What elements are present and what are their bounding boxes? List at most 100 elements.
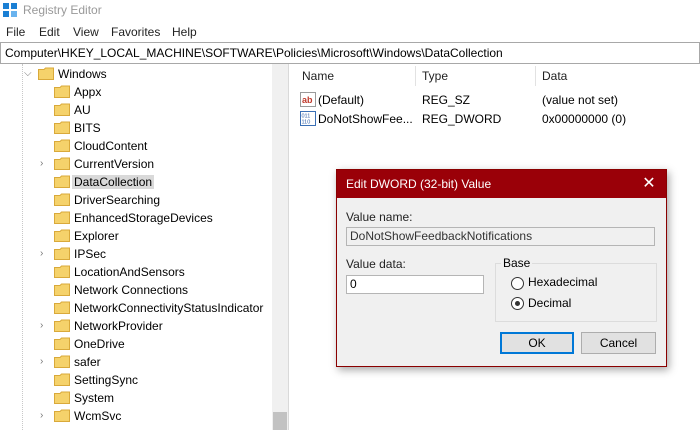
tree-item-label: Windows	[58, 67, 107, 81]
tree-item-enhancedstoragedevices[interactable]: EnhancedStorageDevices	[0, 209, 270, 227]
chevron-right-icon[interactable]: ›	[40, 157, 50, 171]
hexadecimal-radio[interactable]	[511, 277, 524, 290]
folder-icon	[54, 409, 70, 422]
address-path[interactable]: Computer\HKEY_LOCAL_MACHINE\SOFTWARE\Pol…	[5, 46, 503, 60]
tree-item-cloudcontent[interactable]: CloudContent	[0, 137, 270, 155]
folder-icon	[54, 175, 70, 188]
tree-item-label: Appx	[74, 85, 102, 99]
svg-text:ab: ab	[302, 95, 313, 105]
tree-item-explorer[interactable]: Explorer	[0, 227, 270, 245]
dialog-title: Edit DWORD (32-bit) Value	[346, 177, 492, 191]
hexadecimal-label[interactable]: Hexadecimal	[528, 275, 597, 289]
value-data-input[interactable]: 0	[346, 275, 484, 294]
ok-button[interactable]: OK	[500, 332, 574, 354]
tree-scrollbar[interactable]	[272, 64, 288, 430]
tree-item-wcmsvc[interactable]: › WcmSvc	[0, 407, 270, 425]
tree-item-label: SettingSync	[74, 373, 139, 387]
list-row-default[interactable]: ab (Default) REG_SZ (value not set)	[294, 91, 700, 109]
dialog-title-bar[interactable]: Edit DWORD (32-bit) Value ✕	[337, 170, 666, 198]
menu-edit[interactable]: Edit	[39, 25, 60, 39]
tree-item-label: System	[74, 391, 115, 405]
tree-item-onedrive[interactable]: OneDrive	[0, 335, 270, 353]
tree-scrollbar-thumb[interactable]	[273, 412, 287, 430]
column-header-name[interactable]: Name	[302, 69, 334, 83]
column-divider[interactable]	[415, 66, 416, 86]
base-groupbox	[495, 263, 657, 322]
menu-favorites[interactable]: Favorites	[111, 25, 160, 39]
folder-icon	[54, 373, 70, 386]
folder-icon	[54, 229, 70, 242]
value-type: REG_DWORD	[422, 112, 502, 126]
tree-item-bits[interactable]: BITS	[0, 119, 270, 137]
tree-item-settingsync[interactable]: SettingSync	[0, 371, 270, 389]
tree-item-system[interactable]: System	[0, 389, 270, 407]
value-data: (value not set)	[542, 93, 619, 107]
tree-item-networkconnectivitystatusindicator[interactable]: NetworkConnectivityStatusIndicator	[0, 299, 270, 317]
folder-icon	[54, 157, 70, 170]
decimal-radio[interactable]	[511, 297, 524, 310]
tree-item-driversearching[interactable]: DriverSearching	[0, 191, 270, 209]
tree-item-au[interactable]: AU	[0, 101, 270, 119]
tree-item-label: NetworkProvider	[74, 319, 163, 333]
tree-item-label: AU	[74, 103, 91, 117]
folder-icon	[38, 67, 54, 80]
decimal-label[interactable]: Decimal	[528, 296, 571, 310]
folder-icon	[54, 211, 70, 224]
tree-item-label: DataCollection	[72, 175, 155, 189]
value-name-label: Value name:	[346, 210, 413, 224]
folder-icon	[54, 337, 70, 350]
tree-item-networkprovider[interactable]: › NetworkProvider	[0, 317, 270, 335]
menu-file[interactable]: File	[6, 25, 25, 39]
tree-item-label: OneDrive	[74, 337, 125, 351]
close-icon[interactable]: ✕	[632, 170, 666, 198]
tree-item-label: Explorer	[74, 229, 119, 243]
menu-view[interactable]: View	[73, 25, 99, 39]
tree-item-label: EnhancedStorageDevices	[74, 211, 213, 225]
folder-icon	[54, 283, 70, 296]
folder-icon	[54, 103, 70, 116]
folder-icon	[54, 121, 70, 134]
folder-icon	[54, 265, 70, 278]
radio-selected-dot	[515, 301, 520, 306]
value-type: REG_SZ	[422, 93, 471, 107]
column-header-type[interactable]: Type	[422, 69, 448, 83]
tree-item-label: LocationAndSensors	[74, 265, 185, 279]
tree-item-label: NetworkConnectivityStatusIndicator	[74, 301, 264, 315]
folder-icon	[54, 391, 70, 404]
menu-help[interactable]: Help	[172, 25, 197, 39]
column-divider[interactable]	[535, 66, 536, 86]
chevron-right-icon[interactable]: ›	[40, 409, 50, 423]
tree-item-label: WcmSvc	[74, 409, 122, 423]
value-data: 0x00000000 (0)	[542, 112, 627, 126]
tree-item-appx[interactable]: Appx	[0, 83, 270, 101]
tree-item-locationandsensors[interactable]: LocationAndSensors	[0, 263, 270, 281]
window-title: Registry Editor	[23, 3, 102, 17]
tree-item-label: Network Connections	[74, 283, 189, 297]
list-row-donotshowfeedback[interactable]: 011 110 DoNotShowFee... REG_DWORD 0x0000…	[294, 110, 700, 128]
tree-item-label: CloudContent	[74, 139, 148, 153]
tree-item-datacollection[interactable]: DataCollection	[0, 173, 270, 191]
string-value-icon: ab	[300, 92, 316, 107]
edit-dword-dialog: Edit DWORD (32-bit) Value ✕ Value name: …	[336, 169, 667, 367]
chevron-right-icon[interactable]: ›	[40, 247, 50, 261]
chevron-right-icon[interactable]: ›	[40, 355, 50, 369]
folder-icon	[54, 85, 70, 98]
folder-icon	[54, 193, 70, 206]
tree-item-currentversion[interactable]: › CurrentVersion	[0, 155, 270, 173]
tree-item-label: BITS	[74, 121, 101, 135]
tree-item-safer[interactable]: › safer	[0, 353, 270, 371]
tree-item-label: DriverSearching	[74, 193, 161, 207]
chevron-down-icon[interactable]: ⌵	[24, 67, 34, 81]
tree-item-ipsec[interactable]: › IPSec	[0, 245, 270, 263]
column-header-data[interactable]: Data	[542, 69, 567, 83]
svg-text:110: 110	[302, 120, 311, 126]
address-bar[interactable]: Computer\HKEY_LOCAL_MACHINE\SOFTWARE\Pol…	[0, 42, 700, 64]
value-name-field: DoNotShowFeedbackNotifications	[346, 227, 655, 246]
tree-item-label: CurrentVersion	[74, 157, 155, 171]
chevron-right-icon[interactable]: ›	[40, 319, 50, 333]
tree-item-windows[interactable]: ⌵ Windows	[0, 65, 270, 83]
dword-value-icon: 011 110	[300, 111, 316, 126]
cancel-button[interactable]: Cancel	[581, 332, 656, 354]
menu-bar: File Edit View Favorites Help	[0, 22, 700, 42]
tree-item-network-connections[interactable]: Network Connections	[0, 281, 270, 299]
